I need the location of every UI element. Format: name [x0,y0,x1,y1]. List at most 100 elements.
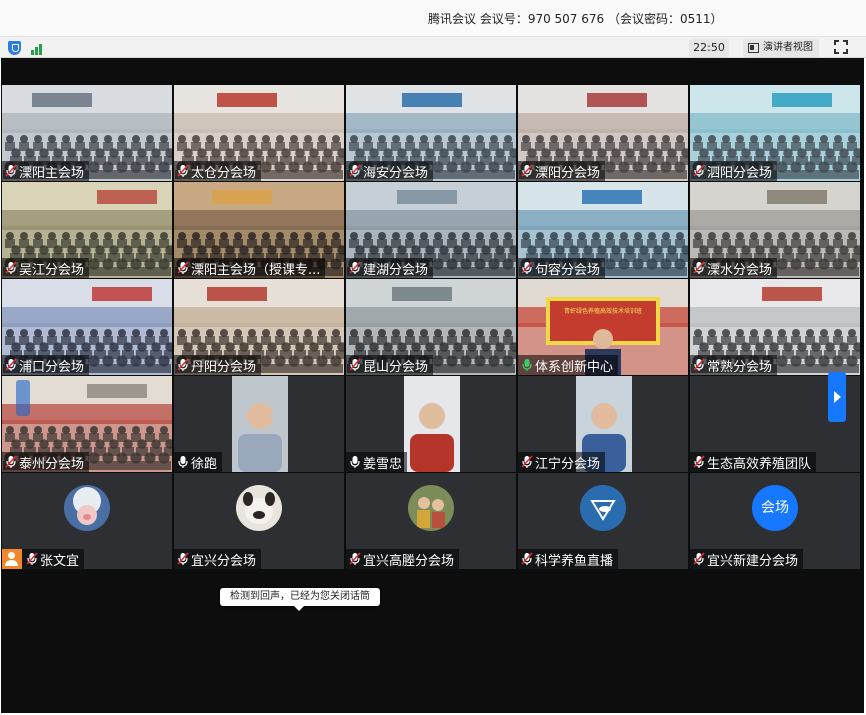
participant-tile[interactable]: 宜兴分会场 [174,473,344,569]
muted-mic-icon [177,358,189,371]
muted-mic-icon [693,261,705,274]
host-person-icon [2,549,22,569]
participant-tile[interactable]: 溧水分会场 [690,182,860,278]
participant-label: 姜雪忠 [346,452,408,472]
fish-logo-avatar-icon [580,485,626,531]
participant-name: 宜兴新建分会场 [707,553,799,569]
presenter-view-icon [748,43,759,53]
participant-tile[interactable]: 会场宜兴新建分会场 [690,473,860,569]
participant-label: 浦口分会场 [2,355,90,375]
muted-mic-icon [5,164,17,177]
participant-label: 常熟分会场 [690,355,778,375]
participant-label: 溧阳主会场 [2,161,90,181]
muted-mic-icon [693,455,705,468]
portrait-video-feed [232,376,288,472]
participant-name: 句容分会场 [535,262,601,278]
mic-icon [350,456,360,468]
echo-warning-tooltip: 检测到回声，已经为您关闭话筒 [220,588,380,611]
participant-label: 张文宜 [2,549,85,569]
participant-label: 宜兴新建分会场 [690,549,804,569]
avatar: 会场 [752,485,798,531]
participant-name: 徐跑 [191,456,218,472]
mic-icon [178,456,188,468]
participant-name: 丹阳分会场 [191,359,257,375]
participant-name: 昆山分会场 [363,359,429,375]
participant-tile[interactable]: 海安分会场 [346,85,516,181]
participant-tile[interactable]: 溧阳主会场 [2,85,172,181]
muted-mic-icon [349,358,361,371]
participant-name: 溧阳主会场 [19,165,85,181]
muted-mic-icon [177,164,189,177]
participant-tile[interactable]: 溧阳分会场 [518,85,688,181]
participant-tile[interactable]: 常熟分会场 [690,279,860,375]
fullscreen-icon[interactable] [834,40,848,54]
participant-label: 科学养鱼直播 [518,549,619,569]
muted-mic-icon [177,261,189,274]
participant-name: 溧阳主会场（授课专... [191,262,321,278]
participant-label: 宜兴分会场 [174,549,262,569]
participant-label: 徐跑 [174,452,223,472]
participant-name: 浦口分会场 [19,359,85,375]
participant-tile[interactable]: 江宁分会场 [518,376,688,472]
participant-tile[interactable]: 泗阳分会场 [690,85,860,181]
muted-mic-icon [349,552,361,565]
meeting-title: 腾讯会议 会议号：970 507 676 （会议密码：0511） [428,12,723,26]
participant-label: 体系创新中心 [518,355,619,375]
participant-tile[interactable]: 昆山分会场 [346,279,516,375]
participant-tile[interactable]: 宜兴高塍分会场 [346,473,516,569]
participant-name: 太仓分会场 [191,165,257,181]
participant-name: 泰州分会场 [19,456,85,472]
participant-tile[interactable]: 张文宜 [2,473,172,569]
muted-mic-icon [693,552,705,565]
participant-name: 姜雪忠 [363,456,403,472]
muted-mic-icon [693,358,705,371]
participant-tile[interactable]: 科学养鱼直播 [518,473,688,569]
video-grid: 溧阳主会场 太仓分会场 海安分会场 溧阳分会场 泗阳分会场吴江分会场 溧阳主会场（授课专.… [2,85,862,573]
participant-name: 科学养鱼直播 [535,553,614,569]
participant-name: 溧阳分会场 [535,165,601,181]
participant-label: 生态高效养殖团队 [690,452,817,472]
next-page-button[interactable] [828,372,846,422]
children-photo-avatar-icon [408,485,454,531]
participant-label: 海安分会场 [346,161,434,181]
muted-mic-icon [5,261,17,274]
participant-tile[interactable]: 句容分会场 [518,182,688,278]
presenter-view-button[interactable]: 演讲者视图 [743,39,819,57]
participant-name: 常熟分会场 [707,359,773,375]
participant-name: 建湖分会场 [363,262,429,278]
participant-label: 溧阳分会场 [518,161,606,181]
participant-tile[interactable]: 溧阳主会场（授课专... [174,182,344,278]
participant-tile[interactable]: 太仓分会场 [174,85,344,181]
participant-label: 吴江分会场 [2,258,90,278]
participant-name: 溧水分会场 [707,262,773,278]
muted-mic-icon [5,358,17,371]
previous-page-button[interactable] [16,380,30,416]
participant-label: 丹阳分会场 [174,355,262,375]
participant-label: 江宁分会场 [518,452,606,472]
muted-mic-icon [693,164,705,177]
participant-name: 吴江分会场 [19,262,85,278]
muted-mic-icon [349,164,361,177]
participant-tile[interactable]: 丹阳分会场 [174,279,344,375]
participant-tile[interactable]: 徐跑 [174,376,344,472]
pig-hat-avatar-icon [64,485,110,531]
muted-mic-icon [26,552,38,565]
network-signal-icon[interactable] [31,41,45,55]
participant-tile[interactable]: 建湖分会场 [346,182,516,278]
participant-label: 昆山分会场 [346,355,434,375]
participant-name: 生态高效养殖团队 [707,456,812,472]
participant-tile[interactable]: 姜雪忠 [346,376,516,472]
participant-name: 海安分会场 [363,165,429,181]
participant-tile[interactable]: 青虾绿色养殖高效技术培训班 体系创新中心 [518,279,688,375]
muted-mic-icon [349,261,361,274]
meeting-toolbar: 22:50 演讲者视图 [0,36,866,58]
portrait-video-feed [404,376,460,472]
participant-tile[interactable]: 吴江分会场 [2,182,172,278]
muted-mic-icon [5,455,17,468]
participant-tile[interactable]: 浦口分会场 [2,279,172,375]
mic-icon [522,359,532,371]
security-shield-icon[interactable] [8,41,21,55]
participant-label: 泰州分会场 [2,452,90,472]
participant-label: 溧阳主会场（授课专... [174,258,326,278]
muted-mic-icon [521,552,533,565]
